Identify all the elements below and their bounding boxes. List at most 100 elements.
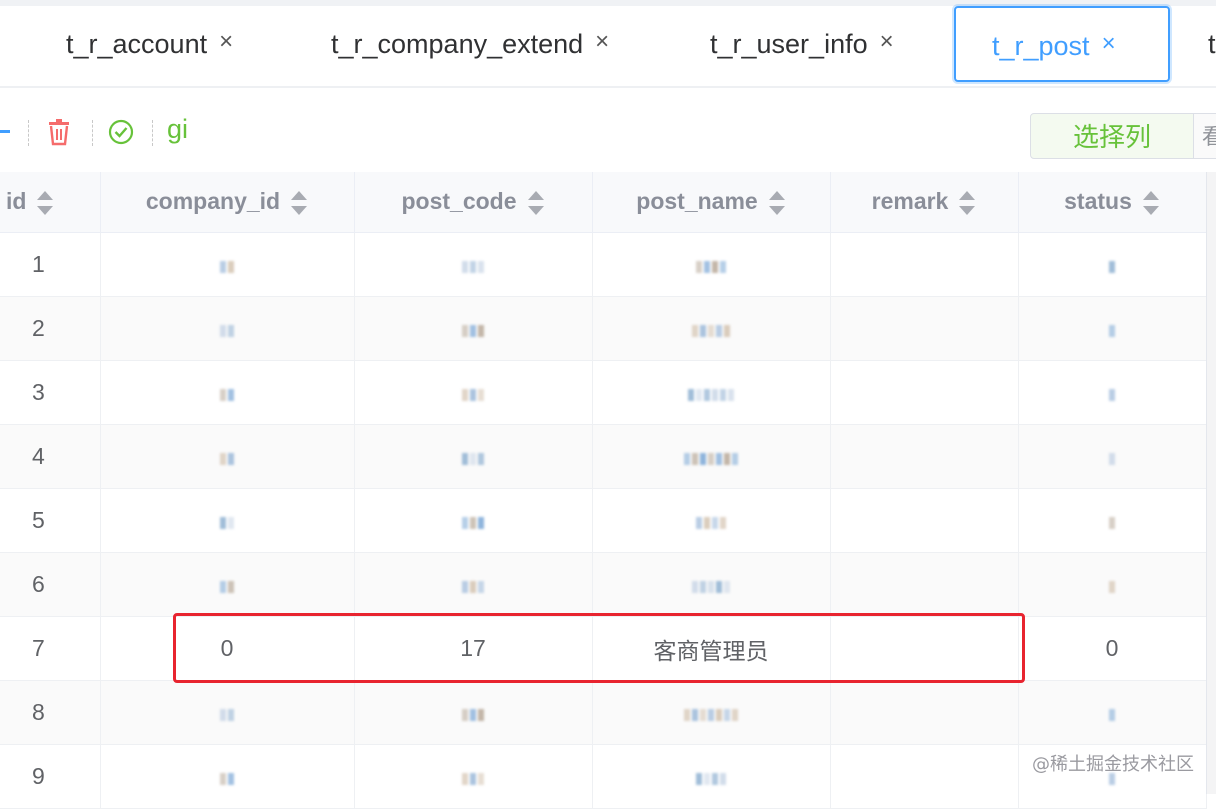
table-row[interactable]: 9 xyxy=(0,744,1207,809)
sort-caret-icon[interactable] xyxy=(36,190,54,216)
redacted-value xyxy=(691,316,731,343)
table-cell-status xyxy=(1018,360,1207,425)
table-row[interactable]: 4 xyxy=(0,424,1207,489)
redacted-value xyxy=(683,444,739,471)
column-header-post-name[interactable]: post_name xyxy=(592,172,831,233)
redacted-value xyxy=(219,316,235,343)
table-cell-status xyxy=(1018,232,1207,297)
redacted-value xyxy=(1108,700,1116,727)
cell-value: 9 xyxy=(32,763,45,789)
redacted-value xyxy=(219,252,235,279)
table-cell-remark xyxy=(830,232,1019,297)
close-icon[interactable]: × xyxy=(595,28,609,55)
table-cell-remark xyxy=(830,552,1019,617)
redacted-value xyxy=(1108,316,1116,343)
tab-bar: t_r_account × t_r_company_extend × t_r_use… xyxy=(0,0,1216,88)
redacted-value xyxy=(461,764,485,791)
redacted-value xyxy=(1108,508,1116,535)
table-row[interactable]: 1 xyxy=(0,232,1207,297)
table-cell-id: 6 xyxy=(0,552,101,617)
table-cell-company-id xyxy=(100,296,355,361)
table-cell-remark xyxy=(830,296,1019,361)
table-cell-id: 5 xyxy=(0,488,101,553)
table-cell-id: 8 xyxy=(0,680,101,745)
table-cell-post-code xyxy=(354,552,593,617)
table-cell-post-name xyxy=(592,360,831,425)
gi-button[interactable]: gi xyxy=(167,114,188,144)
redacted-value xyxy=(695,252,727,279)
column-header-post-code[interactable]: post_code xyxy=(354,172,593,233)
sort-caret-icon[interactable] xyxy=(290,190,308,216)
redacted-value xyxy=(461,380,485,407)
table-cell-post-code xyxy=(354,232,593,297)
tab-t-r-account[interactable]: t_r_account × xyxy=(66,6,233,82)
table-cell-post-name xyxy=(592,744,831,809)
table-row[interactable]: 8 xyxy=(0,680,1207,745)
close-icon[interactable]: × xyxy=(219,28,233,55)
cell-value: 2 xyxy=(32,315,45,341)
table-cell-company-id xyxy=(100,360,355,425)
table-cell-status: 0 xyxy=(1018,616,1207,681)
tab-t-r-post[interactable]: t_r_post × xyxy=(954,6,1170,82)
redacted-value xyxy=(461,444,485,471)
table-cell-remark xyxy=(830,680,1019,745)
redacted-value xyxy=(461,700,485,727)
table-cell-post-name xyxy=(592,424,831,489)
trash-icon[interactable] xyxy=(46,118,72,148)
check-circle-icon[interactable] xyxy=(108,118,134,148)
redacted-value xyxy=(219,380,235,407)
tab-label: t_r_post xyxy=(992,31,1090,61)
redacted-value xyxy=(695,764,727,791)
table-row[interactable]: 6 xyxy=(0,552,1207,617)
tab-label: t_r_user_info xyxy=(710,29,868,59)
table-cell-company-id xyxy=(100,680,355,745)
table-cell-post-code xyxy=(354,744,593,809)
table-cell-company-id xyxy=(100,744,355,809)
table-cell-id: 2 xyxy=(0,296,101,361)
tab-t-r-user-info[interactable]: t_r_user_info × xyxy=(710,6,894,82)
table-cell-post-code xyxy=(354,680,593,745)
toolbar-divider xyxy=(92,120,93,146)
sort-caret-icon[interactable] xyxy=(527,190,545,216)
column-header-company-id[interactable]: company_id xyxy=(100,172,355,233)
close-icon[interactable]: × xyxy=(880,28,894,55)
table-cell-remark xyxy=(830,360,1019,425)
table-cell-id: 9 xyxy=(0,744,101,809)
redacted-value xyxy=(683,700,739,727)
table-cell-company-id: 0 xyxy=(100,616,355,681)
table-cell-company-id xyxy=(100,488,355,553)
vertical-scrollbar[interactable] xyxy=(1206,172,1216,794)
column-header-id[interactable]: id xyxy=(0,172,101,233)
cell-value: 0 xyxy=(220,635,234,661)
sort-caret-icon[interactable] xyxy=(958,190,976,216)
toolbar-extra-button[interactable]: 看 xyxy=(1194,113,1216,159)
cell-value: 0 xyxy=(1105,635,1119,661)
table-row[interactable]: 2 xyxy=(0,296,1207,361)
data-table: id company_id post_code post_name remark… xyxy=(0,172,1207,809)
table-row[interactable]: 7 0 17 客商管理员 0 xyxy=(0,616,1207,681)
sort-caret-icon[interactable] xyxy=(768,190,786,216)
table-cell-status xyxy=(1018,296,1207,361)
tab-label: t_r_account xyxy=(66,29,208,59)
table-header-row: id company_id post_code post_name remark… xyxy=(0,172,1207,233)
tab-t-r-company-extend[interactable]: t_r_company_extend × xyxy=(331,6,609,82)
redacted-value xyxy=(219,700,235,727)
table-cell-id: 3 xyxy=(0,360,101,425)
redacted-value xyxy=(461,508,485,535)
table-cell-post-code xyxy=(354,360,593,425)
tab-overflow[interactable]: t xyxy=(1208,6,1216,82)
table-cell-status xyxy=(1018,680,1207,745)
sort-caret-icon[interactable] xyxy=(1142,190,1160,216)
redacted-value xyxy=(219,572,235,599)
redacted-value xyxy=(461,316,485,343)
column-header-remark[interactable]: remark xyxy=(830,172,1019,233)
select-columns-button[interactable]: 选择列 xyxy=(1030,113,1194,159)
table-cell-post-code xyxy=(354,296,593,361)
tab-label: t_r_company_extend xyxy=(331,29,584,59)
table-row[interactable]: 5 xyxy=(0,488,1207,553)
table-row[interactable]: 3 xyxy=(0,360,1207,425)
redacted-value xyxy=(461,252,485,279)
column-header-status[interactable]: status xyxy=(1018,172,1207,233)
close-icon[interactable]: × xyxy=(1102,30,1116,57)
add-icon-fragment[interactable] xyxy=(0,130,10,133)
